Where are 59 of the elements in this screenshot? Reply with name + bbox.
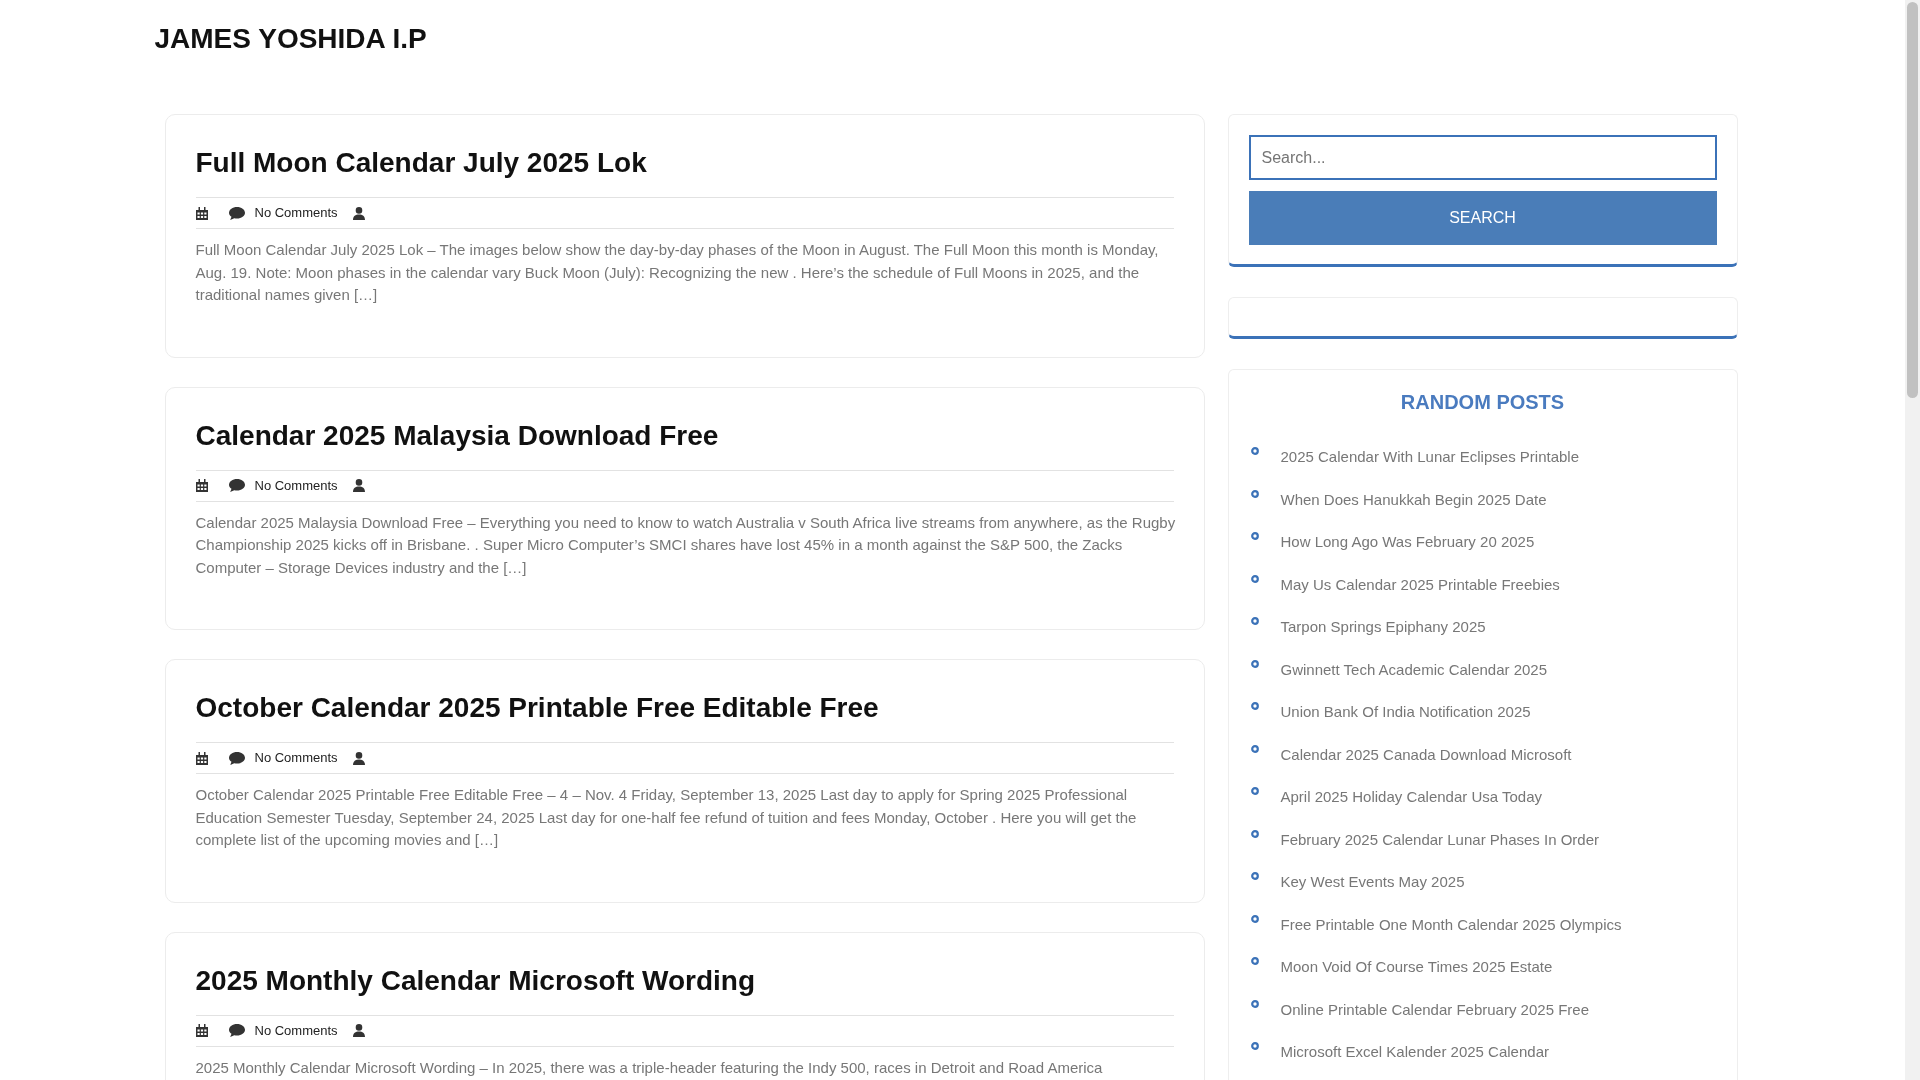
post-title-link[interactable]: October Calendar 2025 Printable Free Editable Free (195, 692, 879, 723)
bullet-icon (1250, 957, 1259, 966)
bullet-icon (1250, 744, 1259, 753)
speech-bubble-icon (228, 479, 245, 492)
site-title[interactable]: JAMES YOSHIDA I.P (154, 22, 427, 56)
bullet-icon (1250, 1042, 1259, 1051)
bullet-icon (1250, 659, 1259, 668)
post-title-link[interactable]: Calendar 2025 Malaysia Download Free (195, 419, 719, 451)
bullet-icon (1250, 829, 1259, 838)
random-post-link[interactable]: Moon Void Of Course Times 2025 Estate (1280, 956, 1553, 979)
post-excerpt: Calendar 2025 Malaysia Download Free – Everything you need to know to watch Australia v South Africa live streams from anywhere, as the Rugby Championship 2025 kicks off in Brisbane. . Super Micro Computer’s SMCI shares have lost 45% in a month against the S&P 500, the Zacks Computer – Storage Devices industry and the […] (195, 512, 1177, 578)
random-post-link[interactable]: Microsoft Excel Kalender 2025 Calendar (1280, 1041, 1549, 1064)
bullet-icon (1250, 574, 1259, 583)
random-post-link[interactable]: February 2025 Calendar Lunar Phases In Order (1280, 828, 1599, 851)
bullet-icon (1250, 447, 1259, 456)
post-title-link[interactable]: 2025 Monthly Calendar Microsoft Wording (195, 964, 756, 996)
post-excerpt: Full Moon Calendar July 2025 Lok – The images below show the day-by-day phases of the Moon in August. The Full Moon this month is Monday, Aug. 19. Note: Moon phases in the calendar vary Buck Moon (July): Recognizing the new . Here’s the schedule of Full Moons in 2025, and the traditional names given […] (195, 240, 1160, 305)
random-post-link[interactable]: Gwinnett Tech Academic Calendar 2025 (1280, 658, 1548, 681)
random-post-link[interactable]: Union Bank Of India Notification 2025 (1280, 701, 1531, 724)
post-excerpt: 2025 Monthly Calendar Microsoft Wording – In 2025, there was a triple-header featuring the Indy 500, races in Detroit and Road America (195, 1057, 1104, 1078)
bullet-icon (1250, 702, 1259, 711)
user-icon (352, 206, 365, 220)
bullet-icon (1250, 489, 1259, 498)
comments-link[interactable]: No Comments (254, 205, 338, 221)
bullet-icon (1250, 999, 1259, 1008)
random-post-link[interactable]: How Long Ago Was February 20 2025 (1280, 531, 1535, 554)
scrollbar-thumb[interactable] (1907, 2, 1918, 398)
bullet-icon (1250, 914, 1259, 923)
random-post-link[interactable]: Key West Events May 2025 (1280, 871, 1465, 894)
calendar-icon (195, 1024, 208, 1037)
user-icon (352, 751, 365, 765)
user-icon (352, 479, 365, 492)
bullet-icon (1250, 787, 1259, 796)
random-post-link[interactable]: Online Printable Calendar February 2025 Free (1280, 998, 1589, 1021)
calendar-icon (195, 206, 208, 220)
calendar-icon (195, 479, 208, 492)
comments-link[interactable]: No Comments (254, 750, 338, 766)
random-post-link[interactable]: Free Printable One Month Calendar 2025 Olympics (1280, 913, 1622, 936)
post-title-link[interactable]: Full Moon Calendar July 2025 Lok (195, 147, 647, 178)
comments-link[interactable]: No Comments (254, 477, 338, 494)
random-post-link[interactable]: April 2025 Holiday Calendar Usa Today (1280, 786, 1543, 809)
post-excerpt: October Calendar 2025 Printable Free Editable Free – 4 – Nov. 4 Friday, September 13, 2025 Last day to apply for Spring 2025 Professional Education Semester Tuesday, September 24, 2025 Last day for one-half fee refund of tuition and fees Monday, October . Here you will get the complete list of the upcoming movies and […] (195, 785, 1138, 850)
speech-bubble-icon (228, 206, 245, 220)
random-post-link[interactable]: May Us Calendar 2025 Printable Freebies (1280, 573, 1560, 596)
speech-bubble-icon (228, 751, 245, 765)
random-post-link[interactable]: Calendar 2025 Canada Download Microsoft (1280, 743, 1572, 766)
bullet-icon (1250, 617, 1259, 626)
calendar-icon (195, 751, 208, 765)
comments-link[interactable]: No Comments (254, 1022, 338, 1039)
random-post-link[interactable]: When Does Hanukkah Begin 2025 Date (1280, 488, 1547, 511)
random-post-link[interactable]: 2025 Calendar With Lunar Eclipses Printable (1280, 446, 1579, 469)
random-post-link[interactable]: Tarpon Springs Epiphany 2025 (1280, 616, 1486, 639)
bullet-icon (1250, 872, 1259, 881)
search-field[interactable]: Search... (1248, 135, 1717, 180)
speech-bubble-icon (228, 1024, 245, 1037)
bullet-icon (1250, 532, 1259, 541)
search-button[interactable]: SEARCH (1248, 191, 1717, 245)
widget-title: RANDOM POSTS (1399, 390, 1566, 415)
user-icon (352, 1024, 365, 1037)
